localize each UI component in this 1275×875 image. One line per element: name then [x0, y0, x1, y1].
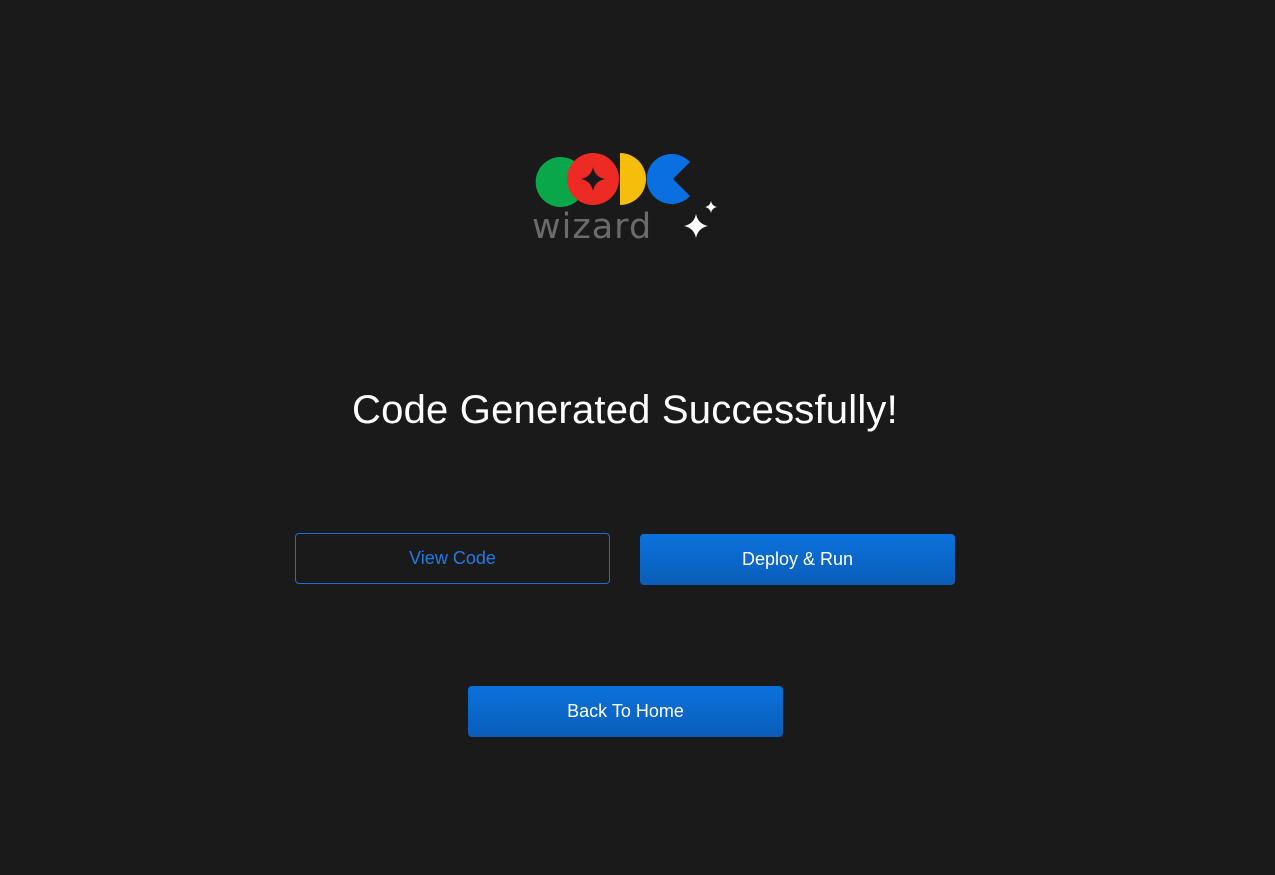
- page-title: Code Generated Successfully!: [352, 388, 898, 432]
- code-wizard-logo: wizard: [528, 150, 720, 245]
- deploy-run-button[interactable]: Deploy & Run: [640, 534, 955, 585]
- back-to-home-button[interactable]: Back To Home: [468, 686, 783, 737]
- logo-letter-e: [646, 154, 690, 204]
- sparkle-icon: [705, 201, 717, 213]
- sparkle-icon: [684, 214, 708, 238]
- logo-letter-d: [620, 153, 646, 205]
- view-code-button[interactable]: View Code: [295, 533, 610, 584]
- logo-wordmark: wizard: [532, 207, 652, 245]
